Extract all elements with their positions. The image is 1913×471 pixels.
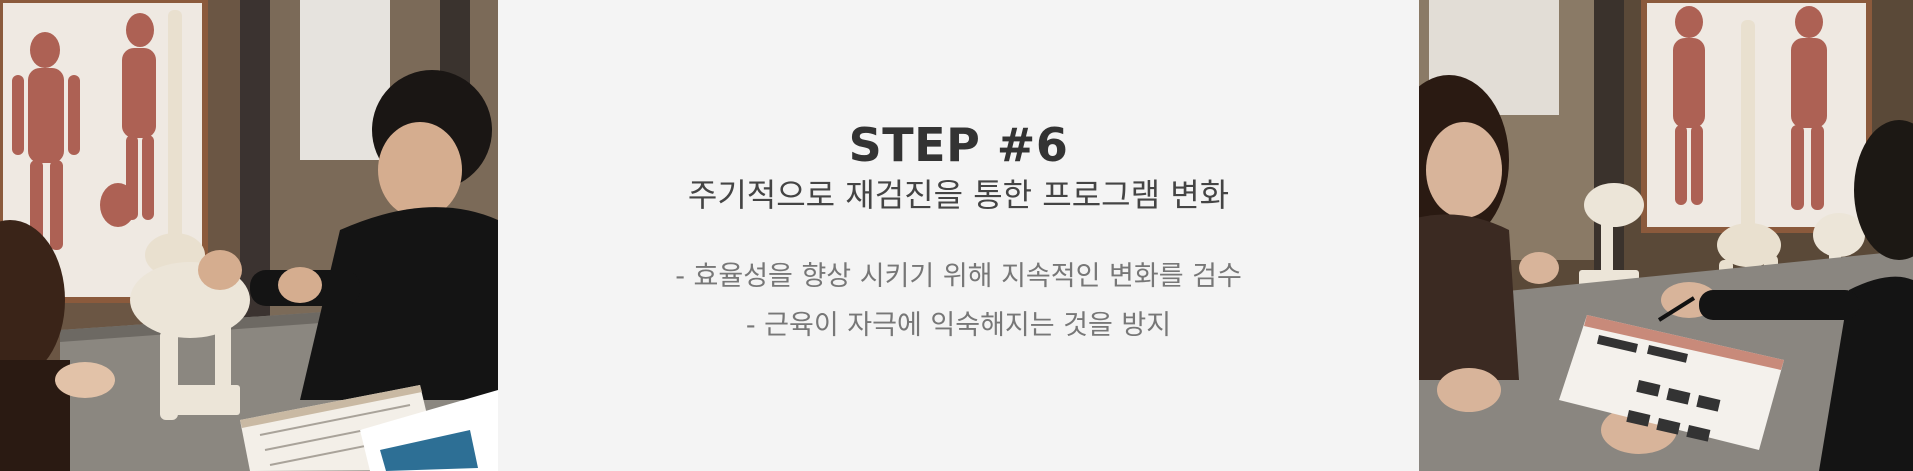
step-banner: STEP #6 주기적으로 재검진을 통한 프로그램 변화 - 효율성을 향상 …	[0, 0, 1913, 471]
step-content: STEP #6 주기적으로 재검진을 통한 프로그램 변화 - 효율성을 향상 …	[498, 0, 1419, 471]
left-consultation-photo	[0, 0, 498, 471]
step-description-item: - 근육이 자극에 익숙해지는 것을 방지	[745, 310, 1172, 341]
step-description-item: - 효율성을 향상 시키기 위해 지속적인 변화를 검수	[675, 261, 1242, 292]
step-description-list: - 효율성을 향상 시키기 위해 지속적인 변화를 검수 - 근육이 자극에 익…	[675, 252, 1242, 350]
consultation-photo-icon	[1419, 0, 1913, 471]
step-subtitle: 주기적으로 재검진을 통한 프로그램 변화	[687, 176, 1230, 214]
consultation-photo-icon	[0, 0, 498, 471]
step-title: STEP #6	[848, 118, 1069, 172]
right-consultation-photo	[1419, 0, 1913, 471]
